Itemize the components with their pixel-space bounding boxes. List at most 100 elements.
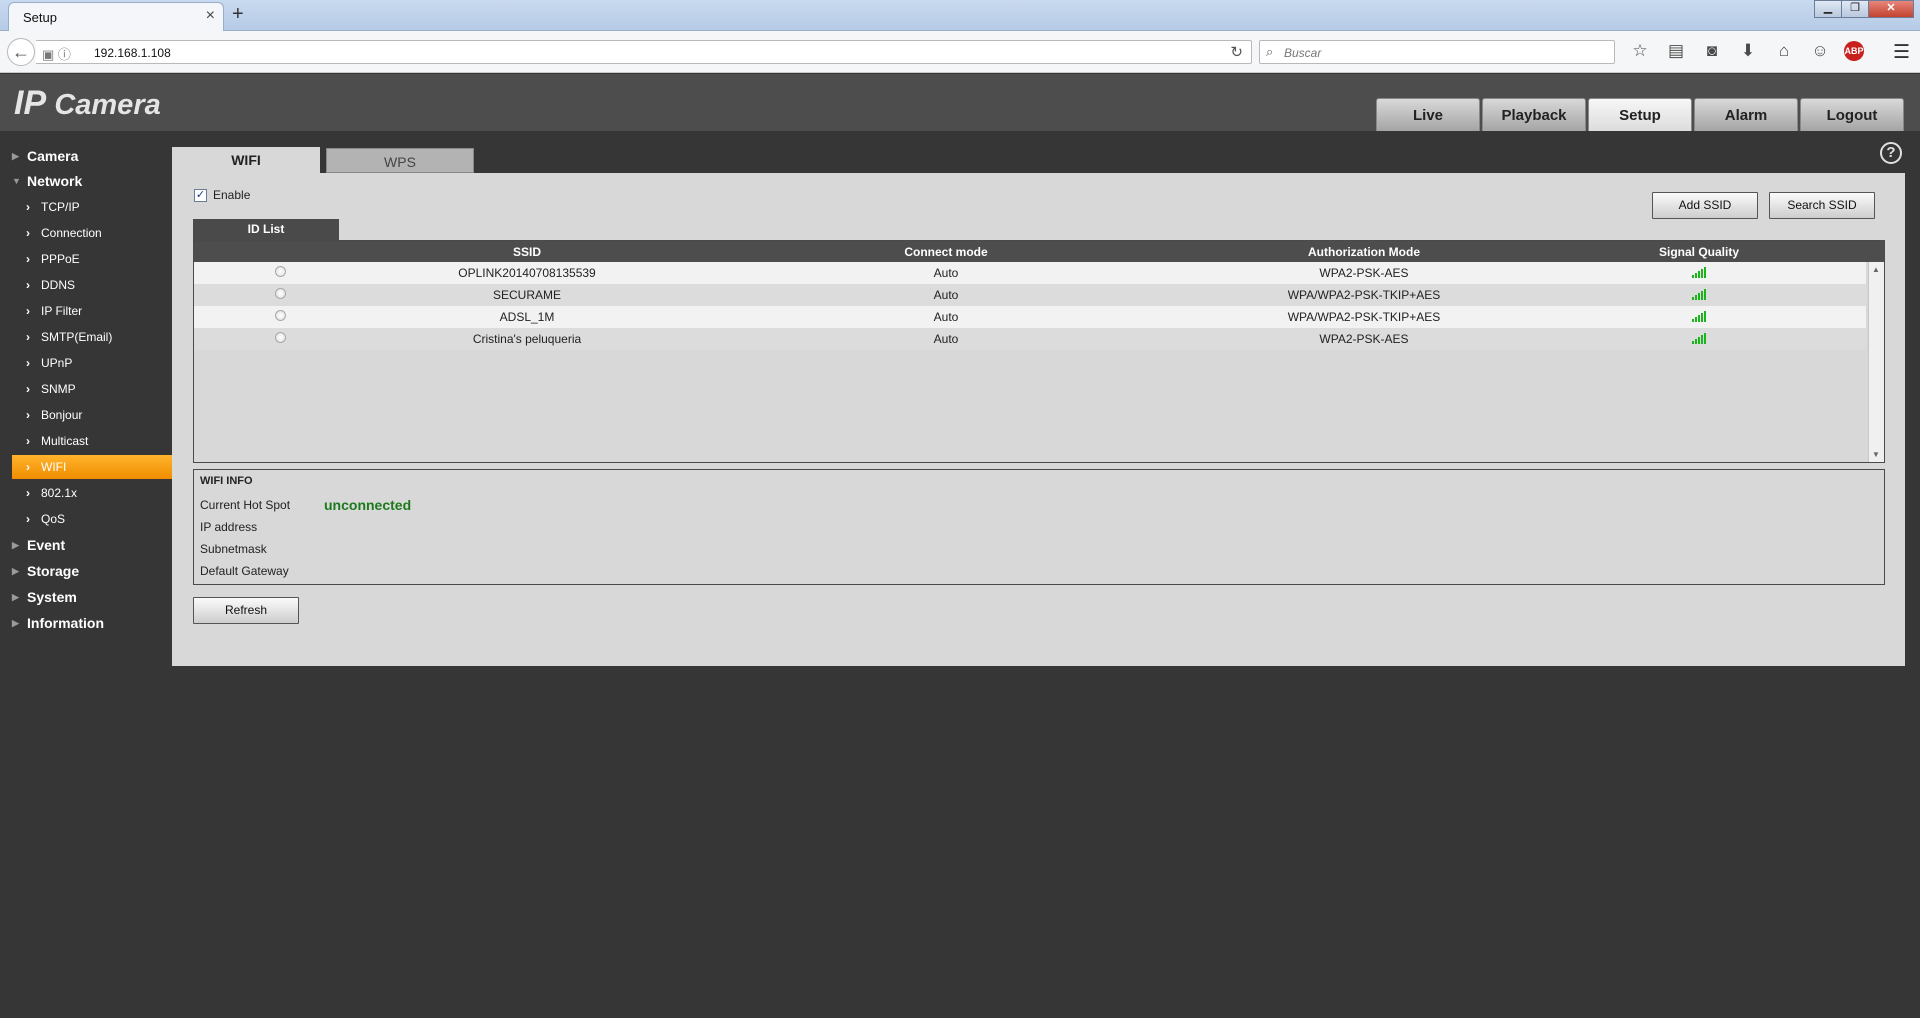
address-text[interactable]: 192.168.1.108 [94, 46, 171, 60]
chevron-right-icon: › [26, 278, 30, 292]
scroll-up-icon[interactable]: ▲ [1872, 265, 1880, 274]
sidebar-item-tcpip[interactable]: › TCP/IP [0, 195, 172, 219]
back-arrow-icon[interactable]: ← [7, 38, 35, 66]
row-select-radio[interactable] [275, 310, 286, 321]
bookmark-star-icon[interactable]: ☆ [1628, 41, 1652, 61]
tab-playback[interactable]: Playback [1482, 98, 1586, 131]
sidebar-item-8021x[interactable]: › 802.1x [0, 481, 172, 505]
sidebar-item-label: System [27, 589, 77, 605]
enable-checkbox[interactable]: ✓ [194, 188, 207, 202]
table-row[interactable]: ADSL_1M Auto WPA/WPA2-PSK-TKIP+AES [194, 306, 1866, 328]
tab-wps[interactable]: WPS [326, 148, 474, 173]
column-header-signal-quality: Signal Quality [1658, 245, 1740, 259]
table-row[interactable]: Cristina's peluqueria Auto WPA2-PSK-AES [194, 328, 1866, 350]
tab-setup[interactable]: Setup [1588, 98, 1692, 131]
signal-strength-icon [1692, 311, 1706, 322]
row-select-radio[interactable] [275, 288, 286, 299]
collapsed-arrow-icon: ▶ [12, 151, 19, 161]
tab-live[interactable]: Live [1376, 98, 1480, 131]
connect-mode-cell: Auto [933, 310, 959, 324]
search-ssid-button[interactable]: Search SSID [1769, 192, 1875, 219]
help-icon[interactable]: ? [1880, 142, 1902, 164]
sidebar-item-pppoe[interactable]: › PPPoE [0, 247, 172, 271]
download-icon[interactable]: ⬇ [1736, 41, 1760, 61]
new-tab-icon[interactable]: + [232, 3, 244, 26]
ssid-cell: Cristina's peluqueria [472, 332, 582, 346]
chevron-right-icon: › [26, 460, 30, 474]
connect-mode-cell: Auto [933, 266, 959, 280]
column-header-connect-mode: Connect mode [904, 245, 988, 259]
address-bar[interactable]: ▣ ⓘ 192.168.1.108 ↻ [36, 40, 1252, 64]
add-ssid-button[interactable]: Add SSID [1652, 192, 1758, 219]
sidebar-item-system[interactable]: ▶ System [0, 585, 172, 609]
sidebar-item-ddns[interactable]: › DDNS [0, 273, 172, 297]
adblock-icon[interactable]: ABP [1844, 41, 1864, 61]
sidebar-item-multicast[interactable]: › Multicast [0, 429, 172, 453]
connect-mode-cell: Auto [933, 332, 959, 346]
collapsed-arrow-icon: ▶ [12, 540, 19, 550]
sidebar-item-label: Camera [27, 148, 79, 164]
table-scrollbar[interactable]: ▲ ▼ [1868, 262, 1884, 462]
sidebar-item-label: Event [27, 537, 66, 553]
sidebar-item-camera[interactable]: ▶ Camera [0, 144, 172, 168]
browser-toolbar: ☆ ▤ ◙ ⬇ ⌂ ☺ ABP [1628, 41, 1864, 61]
ssid-cell: ADSL_1M [499, 310, 555, 324]
wifi-settings-panel: WIFI WPS ? ✓ Enable Add SSID Search SSID… [172, 142, 1905, 666]
chevron-right-icon: › [26, 226, 30, 240]
sidebar-item-connection[interactable]: › Connection [0, 221, 172, 245]
chat-icon[interactable]: ☺ [1808, 41, 1832, 61]
search-placeholder[interactable]: Buscar [1284, 46, 1321, 60]
pocket-icon[interactable]: ◙ [1700, 41, 1724, 61]
browser-tab[interactable]: Setup × [8, 2, 224, 31]
column-header-ssid: SSID [512, 245, 542, 259]
restore-icon[interactable]: ❐ [1841, 0, 1869, 18]
sidebar-item-label: Bonjour [41, 408, 83, 422]
chevron-right-icon: › [26, 512, 30, 526]
wifi-info-box: WIFI INFO Current Hot Spot unconnected I… [193, 469, 1885, 585]
table-row[interactable]: OPLINK20140708135539 Auto WPA2-PSK-AES [194, 262, 1866, 284]
sidebar-item-network[interactable]: ▼ Network [0, 169, 172, 193]
chevron-right-icon: › [26, 408, 30, 422]
sidebar-item-information[interactable]: ▶ Information [0, 611, 172, 635]
sidebar-item-label: Network [27, 173, 83, 189]
column-header-authorization-mode: Authorization Mode [1308, 245, 1420, 259]
tab-wifi[interactable]: WIFI [172, 147, 320, 173]
enable-row: ✓ Enable [194, 188, 250, 202]
sidebar-item-wifi[interactable]: › WIFI [12, 455, 172, 479]
reload-icon[interactable]: ↻ [1230, 43, 1243, 61]
tab-alarm[interactable]: Alarm [1694, 98, 1798, 131]
sidebar-item-storage[interactable]: ▶ Storage [0, 559, 172, 583]
panel-tab-strip: WIFI WPS ? [172, 142, 1905, 173]
window-close-icon[interactable]: ✕ [1868, 0, 1914, 18]
sidebar-item-ip-filter[interactable]: › IP Filter [0, 299, 172, 323]
row-select-radio[interactable] [275, 266, 286, 277]
sidebar-item-smtp[interactable]: › SMTP(Email) [0, 325, 172, 349]
camera-header: IP Camera Live Playback Setup Alarm Logo… [0, 74, 1920, 131]
auth-mode-cell: WPA2-PSK-AES [1319, 266, 1409, 280]
minimize-icon[interactable]: ▁ [1814, 0, 1842, 18]
sidebar-item-qos[interactable]: › QoS [0, 507, 172, 531]
close-tab-icon[interactable]: × [206, 7, 215, 25]
auth-mode-cell: WPA/WPA2-PSK-TKIP+AES [1287, 310, 1441, 324]
row-select-radio[interactable] [275, 332, 286, 343]
bookmarks-list-icon[interactable]: ▤ [1664, 41, 1688, 61]
sidebar-item-bonjour[interactable]: › Bonjour [0, 403, 172, 427]
sidebar-item-snmp[interactable]: › SNMP [0, 377, 172, 401]
hamburger-menu-icon[interactable]: ☰ [1893, 41, 1910, 64]
sidebar-item-upnp[interactable]: › UPnP [0, 351, 172, 375]
sidebar-item-label: Storage [27, 563, 80, 579]
subnetmask-label: Subnetmask [200, 542, 267, 556]
home-icon[interactable]: ⌂ [1772, 41, 1796, 61]
sidebar-item-label: SMTP(Email) [41, 330, 113, 344]
current-hot-spot-value: unconnected [324, 497, 412, 513]
tab-logout[interactable]: Logout [1800, 98, 1904, 131]
current-hot-spot-label: Current Hot Spot [200, 498, 291, 512]
sidebar-item-label: WIFI [41, 460, 67, 474]
site-info-icon[interactable]: ▣ ⓘ [42, 44, 71, 63]
refresh-button[interactable]: Refresh [193, 597, 299, 624]
sidebar-item-label: DDNS [41, 278, 76, 292]
search-bar[interactable]: ⌕ Buscar [1259, 40, 1615, 64]
scroll-down-icon[interactable]: ▼ [1872, 450, 1880, 459]
sidebar-item-event[interactable]: ▶ Event [0, 533, 172, 557]
table-row[interactable]: SECURAME Auto WPA/WPA2-PSK-TKIP+AES [194, 284, 1866, 306]
